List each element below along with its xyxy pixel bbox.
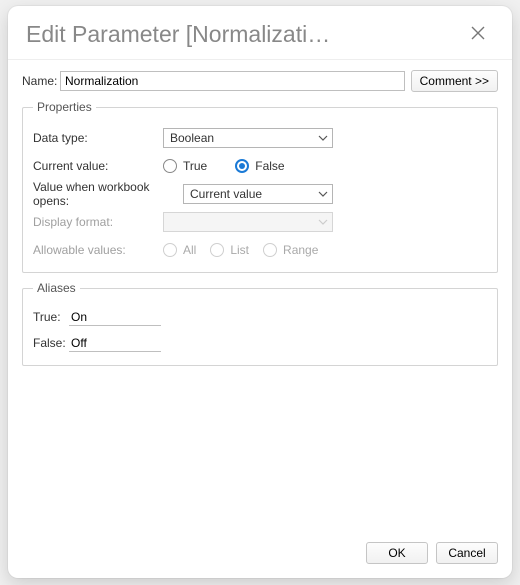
allowable-values-radio-group: All List Range (163, 243, 318, 257)
alias-false-input[interactable] (69, 334, 161, 352)
aliases-fieldset: Aliases True: False: (22, 281, 498, 366)
allowable-values-row: Allowable values: All List Range (33, 236, 487, 264)
current-value-radio-group: True False (163, 159, 285, 173)
display-format-row: Display format: (33, 208, 487, 236)
allowable-values-label: Allowable values: (33, 243, 163, 257)
radio-true-label: True (183, 159, 207, 173)
comment-button[interactable]: Comment >> (411, 70, 498, 92)
titlebar: Edit Parameter [Normalizati… (8, 6, 512, 60)
radio-all: All (163, 243, 196, 257)
radio-icon (235, 159, 249, 173)
radio-false[interactable]: False (235, 159, 284, 173)
radio-all-label: All (183, 243, 196, 257)
dialog-content: Name: Comment >> Properties Data type: B… (8, 60, 512, 532)
radio-false-label: False (255, 159, 284, 173)
dialog-footer: OK Cancel (8, 532, 512, 578)
properties-legend: Properties (33, 100, 96, 114)
radio-list: List (210, 243, 249, 257)
data-type-value: Boolean (170, 131, 214, 145)
when-open-row: Value when workbook opens: Current value (33, 180, 487, 208)
alias-true-input[interactable] (69, 308, 161, 326)
data-type-row: Data type: Boolean (33, 124, 487, 152)
aliases-legend: Aliases (33, 281, 80, 295)
radio-list-label: List (230, 243, 249, 257)
edit-parameter-dialog: Edit Parameter [Normalizati… Name: Comme… (8, 6, 512, 578)
ok-button[interactable]: OK (366, 542, 428, 564)
radio-icon (210, 243, 224, 257)
data-type-select[interactable]: Boolean (163, 128, 333, 148)
when-open-value: Current value (190, 187, 262, 201)
close-icon (470, 25, 486, 44)
radio-icon (263, 243, 277, 257)
chevron-down-icon (318, 189, 328, 199)
alias-false-row: False: (33, 331, 487, 355)
alias-true-label: True: (33, 310, 69, 324)
radio-range-label: Range (283, 243, 318, 257)
radio-true[interactable]: True (163, 159, 207, 173)
close-button[interactable] (462, 19, 494, 51)
properties-fieldset: Properties Data type: Boolean Current va… (22, 100, 498, 273)
radio-icon (163, 243, 177, 257)
chevron-down-icon (318, 133, 328, 143)
radio-icon (163, 159, 177, 173)
alias-true-row: True: (33, 305, 487, 329)
current-value-row: Current value: True False (33, 152, 487, 180)
data-type-label: Data type: (33, 131, 163, 145)
name-input[interactable] (60, 71, 405, 91)
current-value-label: Current value: (33, 159, 163, 173)
alias-false-label: False: (33, 336, 69, 350)
when-open-label: Value when workbook opens: (33, 180, 183, 208)
name-row: Name: Comment >> (22, 70, 498, 92)
dialog-title: Edit Parameter [Normalizati… (26, 21, 330, 48)
name-label: Name: (22, 74, 60, 88)
when-open-select[interactable]: Current value (183, 184, 333, 204)
radio-range: Range (263, 243, 318, 257)
display-format-select (163, 212, 333, 232)
display-format-label: Display format: (33, 215, 163, 229)
cancel-button[interactable]: Cancel (436, 542, 498, 564)
chevron-down-icon (318, 217, 328, 227)
